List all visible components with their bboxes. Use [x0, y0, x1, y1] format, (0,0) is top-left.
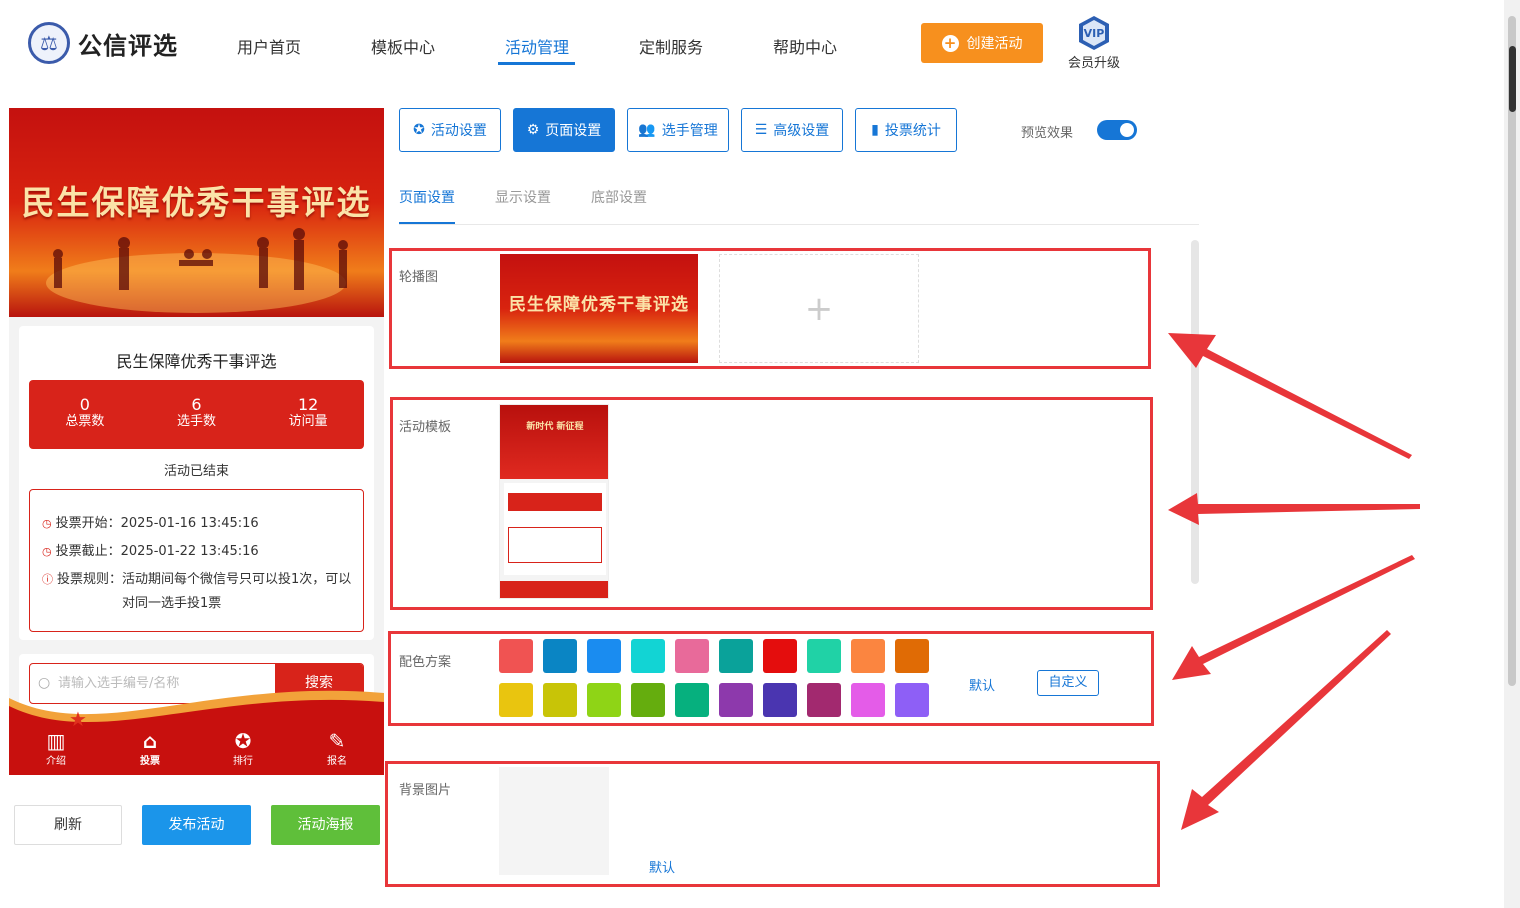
tab-signup[interactable]: ✎ 报名 — [307, 730, 367, 767]
nav-help-center[interactable]: 帮助中心 — [773, 34, 837, 58]
rule-label: 投票规则： — [57, 572, 123, 587]
tab-label: 投票 — [140, 756, 160, 767]
activity-title: 民生保障优秀干事评选 — [116, 352, 277, 371]
advanced-settings-button[interactable]: ☰ 高级设置 — [741, 108, 843, 152]
vip-badge-text: VIP — [1084, 27, 1105, 40]
stat-label: 选手数 — [177, 414, 217, 429]
arrow-to-colors — [1172, 555, 1415, 680]
tab-intro[interactable]: ▥ 介绍 — [26, 730, 86, 767]
mobile-preview: 民生保障优秀干事评选 民生保障优秀干事评选 0 总票数 6 选手数 12 访问量… — [9, 108, 384, 775]
stats-panel: 0 总票数 6 选手数 12 访问量 — [29, 380, 364, 449]
star-icon: ✪ — [413, 122, 425, 138]
contestant-management-button[interactable]: 👥 选手管理 — [627, 108, 729, 152]
rule-end: ◷ 投票截止： 2025-01-22 13:45:16 — [42, 540, 353, 564]
preview-banner: 民生保障优秀干事评选 — [9, 108, 384, 317]
rule-label: 投票截止： — [55, 544, 121, 559]
tab-vote[interactable]: ⌂ 投票 — [120, 730, 180, 767]
activity-status: 活动已结束 — [163, 464, 229, 479]
rule-value: 2025-01-22 13:45:16 — [120, 544, 259, 559]
stat-value: 12 — [298, 395, 319, 414]
stat-label: 总票数 — [65, 414, 105, 429]
arrow-to-carousel — [1168, 333, 1412, 459]
vip-upgrade-label[interactable]: 会员升级 — [1068, 52, 1120, 71]
nav-active-indicator — [498, 62, 575, 65]
rule-value: 2025-01-16 13:45:16 — [120, 516, 259, 531]
arrow-to-template — [1168, 493, 1420, 525]
clock-icon: ◷ — [42, 545, 52, 558]
annotation-box-background — [385, 761, 1160, 887]
tool-label: 选手管理 — [661, 123, 718, 139]
annotation-arrows — [1168, 333, 1420, 830]
star-decoration-icon: ★ — [69, 707, 87, 731]
nav-activity-management[interactable]: 活动管理 — [505, 34, 569, 58]
rules-box: ◷ 投票开始： 2025-01-16 13:45:16 ◷ 投票截止： 2025… — [29, 489, 364, 632]
clock-icon: ◷ — [42, 517, 52, 530]
tab-label: 排行 — [233, 756, 253, 767]
tool-label: 活动设置 — [430, 123, 487, 139]
refresh-button[interactable]: 刷新 — [14, 805, 122, 845]
rule-voting: ⓘ 投票规则： 活动期间每个微信号只可以投1次，可以对同一选手投1票 — [42, 568, 353, 616]
brand-logo[interactable]: ⚖ 公信评选 — [28, 22, 178, 64]
subtab-footer-settings[interactable]: 底部设置 — [591, 187, 647, 207]
users-icon: 👥 — [638, 122, 656, 138]
annotation-box-colors — [388, 631, 1154, 726]
rule-value: 活动期间每个微信号只可以投1次，可以对同一选手投1票 — [122, 572, 352, 611]
preview-toggle-label: 预览效果 — [1021, 126, 1074, 141]
preview-toggle[interactable] — [1097, 120, 1137, 140]
bar-chart-icon: ▮ — [871, 122, 879, 138]
nav-user-home[interactable]: 用户首页 — [237, 34, 301, 58]
nav-template-center[interactable]: 模板中心 — [371, 34, 435, 58]
create-activity-button[interactable]: + 创建活动 — [921, 23, 1043, 63]
stat-value: 6 — [191, 395, 202, 414]
annotation-box-template — [390, 397, 1153, 610]
vip-badge-icon[interactable]: VIP — [1076, 15, 1112, 51]
stat-contestants: 6 选手数 — [141, 380, 253, 449]
annotation-box-carousel — [389, 248, 1151, 369]
tool-label: 高级设置 — [773, 123, 830, 139]
ranking-icon: ✪ — [234, 729, 252, 753]
rule-start: ◷ 投票开始： 2025-01-16 13:45:16 — [42, 512, 353, 536]
tool-label: 页面设置 — [545, 123, 602, 139]
stat-label: 访问量 — [288, 414, 328, 429]
page-scrollbar[interactable] — [1504, 0, 1520, 908]
rule-label: 投票开始： — [55, 516, 121, 531]
alert-icon: ⓘ — [42, 573, 53, 586]
subtab-page-settings[interactable]: 页面设置 — [399, 187, 455, 207]
page: { "brand": {"name": "公信评选"}, "nav": { "i… — [0, 0, 1520, 908]
tab-label: 介绍 — [46, 756, 66, 767]
page-settings-button[interactable]: ⚙ 页面设置 — [513, 108, 615, 152]
gear-icon: ⚙ — [526, 122, 540, 138]
tool-label: 投票统计 — [884, 123, 941, 139]
plus-icon: + — [941, 34, 959, 52]
subtab-display-settings[interactable]: 显示设置 — [495, 187, 551, 207]
scrollbar-thumb[interactable] — [1509, 46, 1516, 112]
tab-label: 报名 — [327, 756, 347, 767]
scales-icon: ⚖ — [28, 22, 70, 64]
signup-icon: ✎ — [328, 729, 346, 753]
stat-total-votes: 0 总票数 — [29, 380, 141, 449]
subtab-divider — [399, 224, 1199, 225]
publish-button[interactable]: 发布活动 — [142, 805, 251, 845]
settings-list-icon: ☰ — [754, 122, 768, 138]
brand-name: 公信评选 — [78, 31, 178, 60]
banner-title: 民生保障优秀干事评选 — [21, 183, 372, 222]
vote-statistics-button[interactable]: ▮ 投票统计 — [855, 108, 957, 152]
stat-value: 0 — [79, 395, 90, 414]
arrow-to-background — [1181, 630, 1391, 830]
tab-ranking[interactable]: ✪ 排行 — [213, 730, 273, 767]
poster-button[interactable]: 活动海报 — [271, 805, 380, 845]
book-icon: ▥ — [46, 729, 66, 753]
create-activity-label: 创建活动 — [966, 36, 1023, 52]
nav-custom-service[interactable]: 定制服务 — [639, 34, 703, 58]
preview-tab-bar: ★ ▥ 介绍 ⌂ 投票 ✪ 排行 ✎ 报名 — [9, 688, 384, 775]
activity-settings-button[interactable]: ✪ 活动设置 — [399, 108, 501, 152]
activity-info-card: 民生保障优秀干事评选 0 总票数 6 选手数 12 访问量 活动已结束 ◷ 投票… — [19, 326, 374, 640]
subtab-active-indicator — [399, 222, 455, 224]
scrollbar-track — [1508, 16, 1516, 686]
home-icon: ⌂ — [142, 729, 158, 753]
stat-visits: 12 访问量 — [252, 380, 364, 449]
